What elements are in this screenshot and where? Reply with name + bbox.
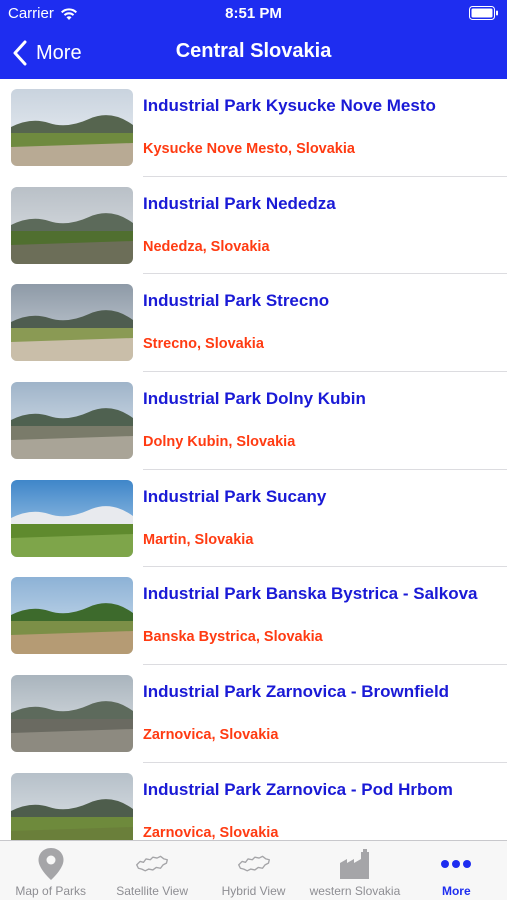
park-title: Industrial Park Kysucke Nove Mesto: [143, 96, 436, 115]
park-location: Zarnovica, Slovakia: [143, 727, 279, 744]
park-photo: [11, 89, 133, 166]
tab-bar: Map of Parks Satellite View Hybrid View …: [0, 840, 507, 900]
park-location: Martin, Slovakia: [143, 531, 254, 548]
park-location: Kysucke Nove Mesto, Slovakia: [143, 141, 355, 157]
park-location: Dolny Kubin, Slovakia: [143, 434, 296, 451]
navigation-bar: More Central Slovakia: [0, 28, 507, 79]
park-list: Industrial Park Kysucke Nove Mesto Kysuc…: [0, 79, 507, 840]
slovakia-outline-icon: [135, 847, 169, 881]
park-photo: [11, 382, 133, 460]
park-location: Nededza, Slovakia: [143, 238, 270, 255]
park-photo: [11, 284, 133, 362]
factory-icon: [338, 847, 372, 881]
park-photo: [11, 675, 133, 753]
park-title: Industrial Park Zarnovica - Brownfield: [143, 682, 450, 702]
battery-icon: [469, 6, 498, 20]
park-title: Industrial Park Sucany: [143, 486, 327, 506]
tab-more[interactable]: More: [406, 841, 507, 900]
map-pin-icon: [34, 847, 68, 881]
list-item[interactable]: Industrial Park Strecno Strecno, Slovaki…: [0, 274, 507, 373]
park-location: Banska Bystrica, Slovakia: [143, 629, 323, 646]
park-location: Zarnovica, Slovakia: [143, 824, 279, 840]
park-title: Industrial Park Zarnovica - Pod Hrbom: [143, 779, 453, 799]
list-item[interactable]: Industrial Park Zarnovica - Brownfield Z…: [0, 665, 507, 763]
park-photo: [11, 772, 133, 840]
park-title: Industrial Park Strecno: [143, 291, 330, 311]
slovakia-outline-icon: [237, 847, 271, 881]
tab-map-of-parks[interactable]: Map of Parks: [0, 841, 101, 900]
list-item[interactable]: Industrial Park Nededza Nededza, Slovaki…: [0, 177, 507, 275]
tab-label: western Slovakia: [309, 884, 401, 898]
tab-label: Satellite View: [116, 884, 189, 898]
park-photo: [11, 186, 133, 264]
list-item[interactable]: Industrial Park Kysucke Nove Mesto Kysuc…: [0, 79, 507, 177]
park-title: Industrial Park Banska Bystrica - Salkov…: [143, 584, 478, 604]
status-bar: Carrier 8:51 PM: [0, 0, 507, 28]
tab-hybrid-view[interactable]: Hybrid View: [203, 841, 304, 900]
tab-satellite-view[interactable]: Satellite View: [101, 841, 202, 900]
list-item[interactable]: Industrial Park Banska Bystrica - Salkov…: [0, 567, 507, 666]
tab-western-slovakia[interactable]: western Slovakia: [304, 841, 405, 900]
park-title: Industrial Park Dolny Kubin: [143, 389, 366, 409]
header: Carrier 8:51 PM More Central Slovakia: [0, 0, 507, 79]
list-item[interactable]: Industrial Park Dolny Kubin Dolny Kubin,…: [0, 372, 507, 470]
list-item[interactable]: Industrial Park Zarnovica - Pod Hrbom Za…: [0, 763, 507, 840]
park-photo: [11, 577, 133, 655]
tab-label: More: [441, 884, 471, 898]
page-title: Central Slovakia: [175, 40, 332, 62]
status-time: 8:51 PM: [225, 5, 282, 22]
tab-label: Map of Parks: [15, 884, 87, 898]
list-item[interactable]: Industrial Park Sucany Martin, Slovakia: [0, 470, 507, 568]
tab-label: Hybrid View: [221, 884, 286, 898]
park-title: Industrial Park Nededza: [143, 193, 336, 213]
park-location: Strecno, Slovakia: [143, 336, 264, 353]
park-photo: [11, 479, 133, 557]
more-dots-icon: [439, 847, 473, 881]
